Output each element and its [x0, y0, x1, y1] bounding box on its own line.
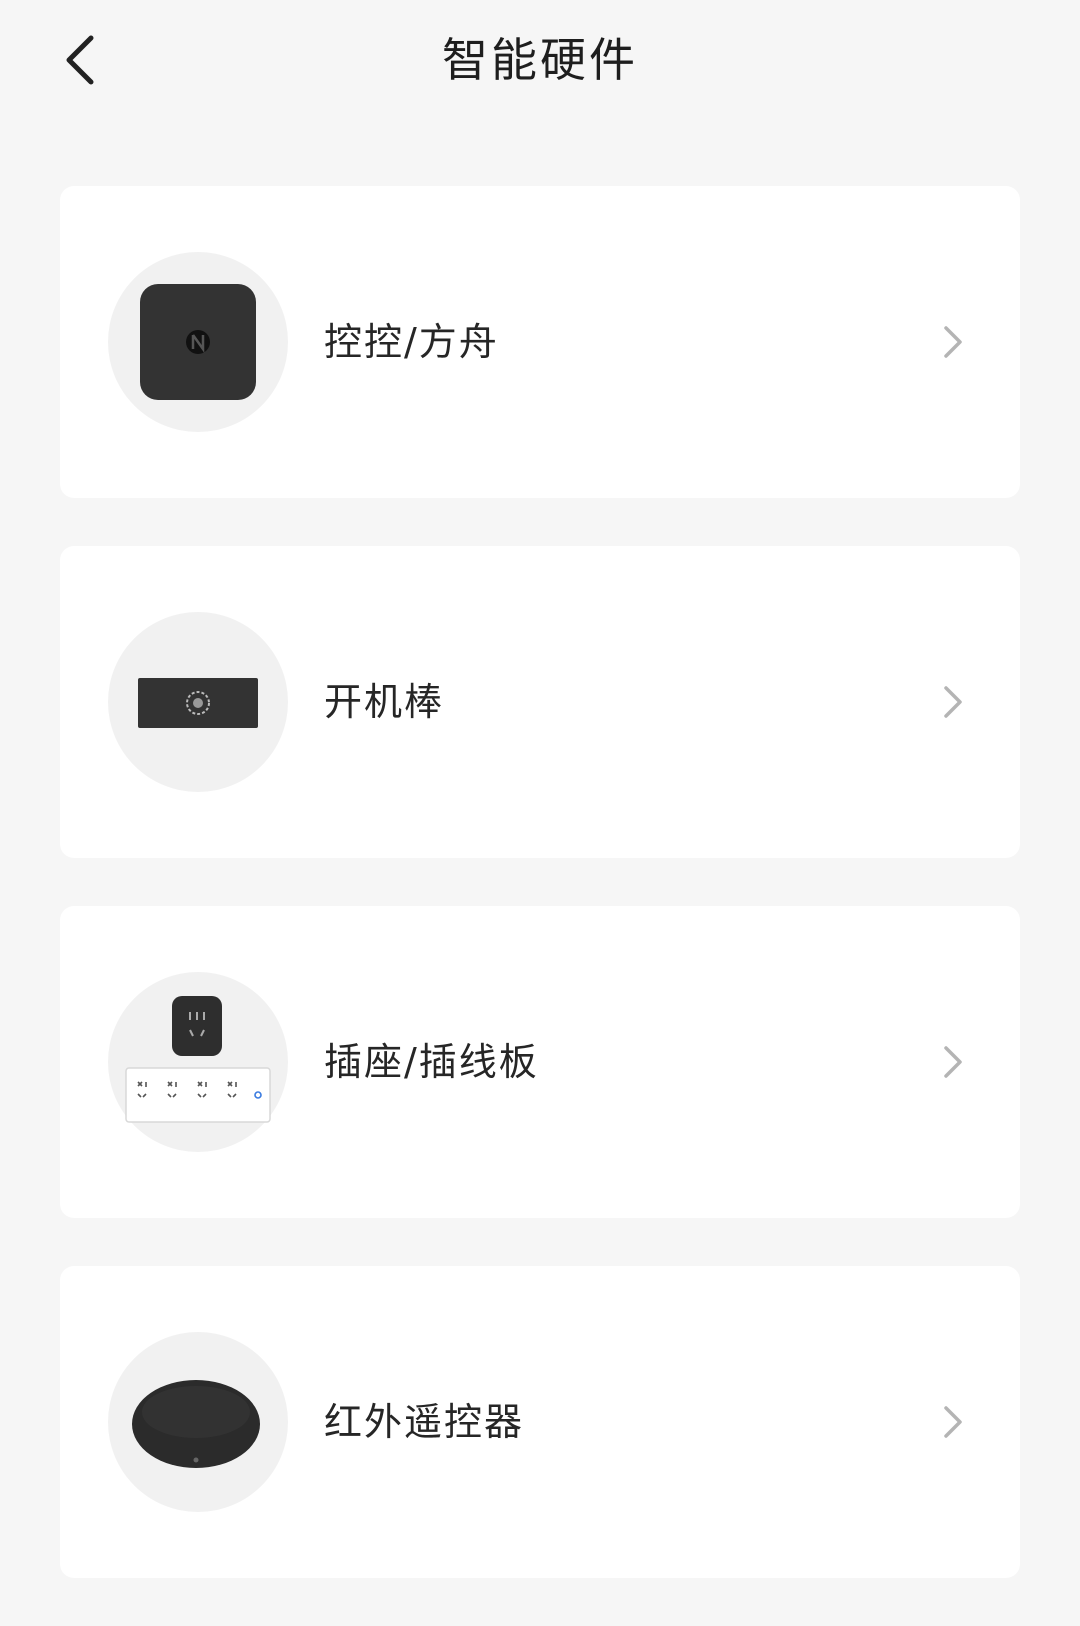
device-image: [108, 612, 288, 792]
device-image: [108, 1332, 288, 1512]
square-box-device-icon: [140, 284, 256, 400]
page-title: 智能硬件: [442, 33, 638, 87]
ir-remote-device-icon: [132, 1380, 260, 1468]
boot-stick-device-icon: [138, 678, 258, 728]
socket-power-strip-device-icon: [125, 996, 271, 1123]
header: 智能硬件: [0, 0, 1080, 120]
device-label: 控控/方舟: [324, 320, 499, 364]
device-label: 红外遥控器: [324, 1400, 525, 1444]
device-list: 控控/方舟 开机棒 插座/插线板 红外遥控器: [60, 186, 1020, 1626]
device-card-kongkong[interactable]: 控控/方舟: [60, 186, 1020, 498]
chevron-right-icon: [944, 1406, 962, 1438]
chevron-right-icon: [944, 326, 962, 358]
device-card-socket[interactable]: 插座/插线板: [60, 906, 1020, 1218]
chevron-right-icon: [944, 1046, 962, 1078]
device-card-boot-stick[interactable]: 开机棒: [60, 546, 1020, 858]
device-image: [108, 972, 288, 1152]
device-label: 插座/插线板: [324, 1040, 539, 1084]
device-label: 开机棒: [324, 680, 445, 724]
chevron-right-icon: [944, 686, 962, 718]
device-image: [108, 252, 288, 432]
device-card-ir-remote[interactable]: 红外遥控器: [60, 1266, 1020, 1578]
